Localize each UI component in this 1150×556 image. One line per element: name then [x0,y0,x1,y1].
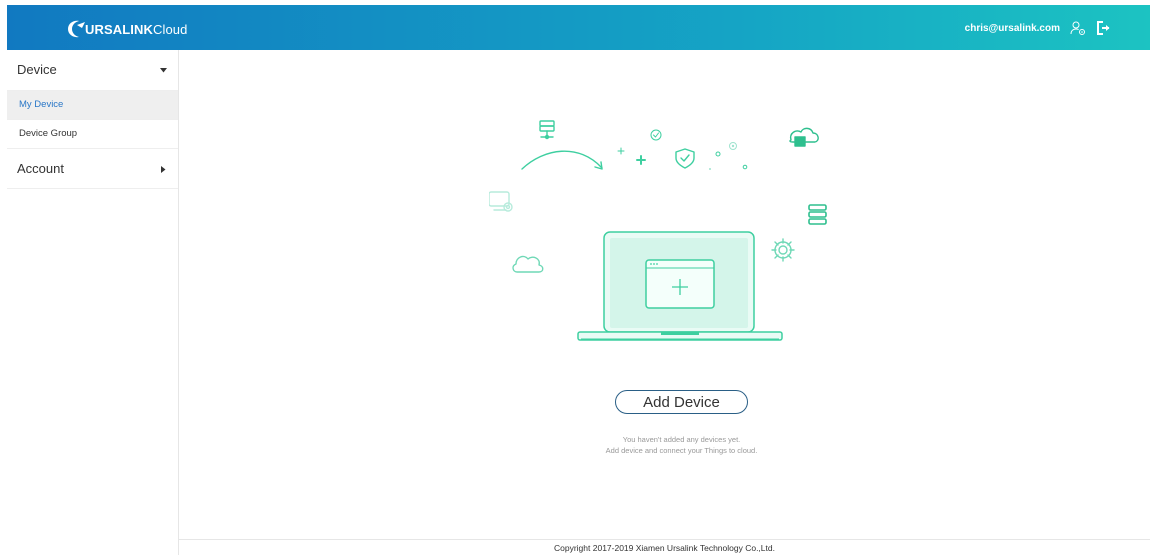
sidebar-section-account-label: Account [17,161,64,176]
logo-icon [68,20,85,38]
laptop-illustration [577,231,783,341]
shield-icon [675,148,695,169]
logo-text-bold: URSALINK [85,21,153,37]
hint-line-2: Add device and connect your Things to cl… [605,446,758,455]
footer-copyright: Copyright 2017-2019 Xiamen Ursalink Tech… [179,539,1150,556]
logo[interactable]: URSALINKCloud [65,18,187,40]
cloud-icon [512,255,544,273]
sidebar-item-my-device[interactable]: My Device [7,91,178,120]
sidebar-section-account[interactable]: Account [7,149,178,189]
user-settings-icon[interactable] [1070,20,1086,36]
main-content: Add Device You haven't added any devices… [179,50,1150,540]
sidebar-section-device-label: Device [17,62,57,77]
user-email[interactable]: chris@ursalink.com [965,23,1060,34]
cloud-server-icon [789,127,819,147]
logout-icon[interactable] [1096,20,1112,36]
monitor-icon [489,191,513,212]
caret-right-icon [161,149,166,189]
caret-down-icon [160,50,167,90]
server-icon [539,120,555,140]
add-device-button[interactable]: Add Device [615,390,748,414]
logo-text: URSALINKCloud [85,22,187,37]
user-area: chris@ursalink.com [965,18,1112,38]
logo-text-light: Cloud [152,21,188,37]
arrow-arc [521,150,603,170]
hint-line-1: You haven't added any devices yet. [622,435,741,444]
sidebar-section-device[interactable]: Device [7,50,178,91]
top-header: URSALINKCloud chris@ursalink.com [7,5,1150,50]
sidebar-item-label: Device Group [19,128,78,139]
sidebar: Device My Device Device Group Account [7,50,179,555]
sidebar-item-device-group[interactable]: Device Group [7,120,178,149]
empty-state-hint: You haven't added any devices yet. Add d… [179,434,1150,456]
gear-icon [771,238,795,262]
sidebar-item-label: My Device [19,99,64,110]
empty-state-illustration [489,120,827,341]
storage-stack-icon [808,204,827,225]
